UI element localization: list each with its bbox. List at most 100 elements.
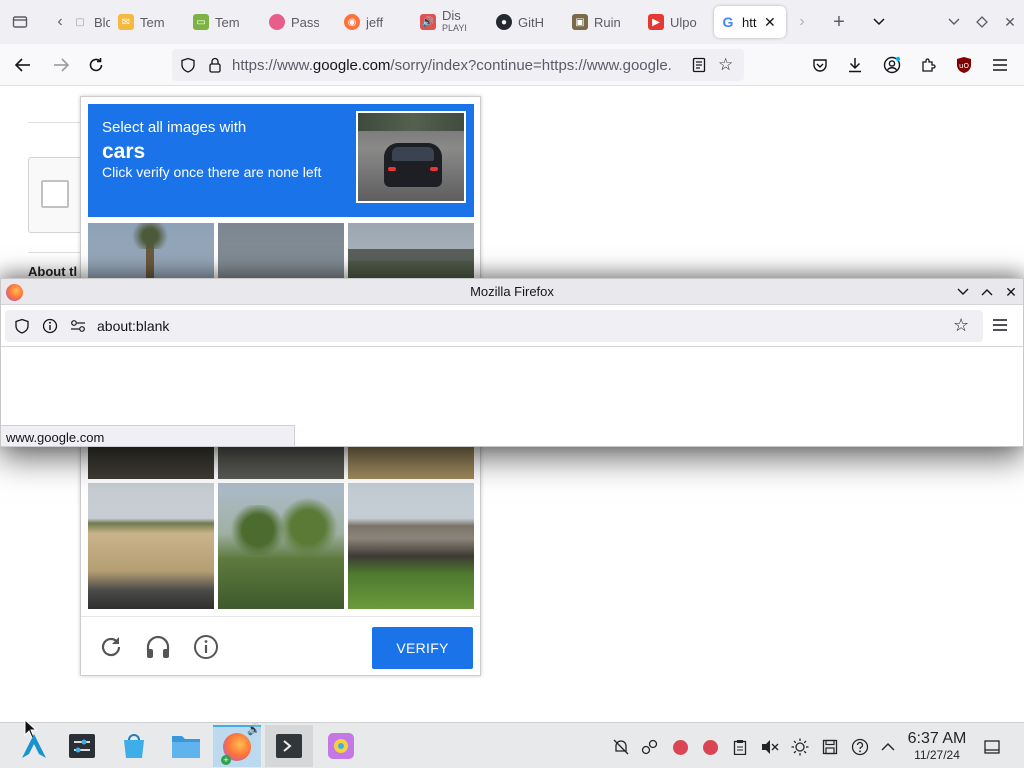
audio-playing-icon[interactable]: 🔊 (420, 14, 436, 30)
taskbar: 🔊 + 6:37 AM 11/27/24 (0, 719, 1024, 768)
audio-playing-icon: 🔊 (247, 724, 261, 736)
extensions-puzzle-icon[interactable] (915, 52, 941, 78)
list-all-tabs-icon[interactable] (867, 10, 891, 34)
recaptcha-widget[interactable] (28, 157, 88, 233)
tab-label: Ruin (594, 14, 621, 30)
tracking-protection-shield-icon[interactable] (14, 318, 30, 334)
tab-label: Ulpo (670, 14, 697, 30)
verify-button[interactable]: VERIFY (372, 627, 473, 669)
popup-address-bar[interactable]: about:blank ☆ (5, 310, 983, 342)
audio-challenge-headphones-icon[interactable] (144, 633, 172, 661)
window-close-icon[interactable]: ✕ (998, 10, 1022, 34)
firefox-popup-window: Mozilla Firefox ✕ about:blank ☆ www.goog… (0, 278, 1024, 447)
downloads-icon[interactable] (842, 52, 868, 78)
sample-car-image (356, 111, 466, 203)
captcha-tile-8[interactable] (218, 483, 344, 609)
bookmark-star-icon[interactable]: ☆ (953, 315, 969, 336)
tab-youtube[interactable]: ▶ Ulpo (642, 6, 702, 38)
tab-temp-mail[interactable]: ✉ Tem (112, 6, 172, 38)
tab-google-active[interactable]: G htt ✕ (714, 6, 786, 38)
help-icon[interactable] (850, 737, 870, 757)
application-launcher-icon[interactable] (10, 725, 58, 767)
tracking-protection-shield-icon[interactable] (180, 57, 196, 73)
brightness-icon[interactable] (790, 737, 810, 757)
challenge-footer: VERIFY (81, 616, 480, 676)
firefox-view-icon[interactable] (8, 10, 32, 34)
popup-minimize-icon[interactable] (953, 282, 973, 302)
recording-indicator-icon[interactable] (700, 737, 720, 757)
github-favicon-icon: ● (496, 14, 512, 30)
tab-label: Dis (442, 10, 461, 22)
recording-indicator-icon[interactable] (670, 737, 690, 757)
app-menu-hamburger-icon[interactable] (987, 52, 1013, 78)
tab-jeff[interactable]: ◉ jeff (338, 6, 398, 38)
volume-muted-icon[interactable] (760, 737, 780, 757)
account-icon[interactable] (879, 52, 905, 78)
show-desktop-icon[interactable] (982, 737, 1002, 757)
svg-text:uO: uO (959, 62, 969, 70)
clipboard-icon[interactable] (730, 737, 750, 757)
pass-favicon-icon (269, 14, 285, 30)
forward-arrow-icon[interactable] (48, 52, 74, 78)
reload-icon[interactable] (83, 52, 109, 78)
ruin-favicon-icon: ▣ (572, 14, 588, 30)
new-tab-icon[interactable]: + (827, 10, 851, 34)
lock-icon[interactable] (208, 57, 222, 73)
tab-ruin[interactable]: ▣ Ruin (566, 6, 626, 38)
status-panel: www.google.com (1, 425, 295, 447)
tab-label: Tem (215, 14, 240, 30)
address-bar[interactable]: https://www.google.com/sorry/index?conti… (172, 49, 744, 81)
reload-challenge-icon[interactable] (97, 633, 125, 661)
url-text[interactable]: https://www.google.com/sorry/index?conti… (232, 57, 680, 74)
show-hidden-icons-chevron-icon[interactable] (878, 737, 898, 757)
envelope-favicon-icon: ✉ (118, 14, 134, 30)
clock-time[interactable]: 6:37 AM (902, 730, 972, 748)
notifications-muted-icon[interactable] (611, 737, 631, 757)
ublock-origin-icon[interactable]: uO (951, 52, 977, 78)
google-favicon-icon: G (722, 14, 734, 30)
bookmark-star-icon[interactable]: ☆ (718, 55, 733, 75)
url-suffix: /sorry/index?continue=https://www.google… (390, 57, 672, 74)
info-icon[interactable] (192, 633, 220, 661)
back-arrow-icon[interactable] (10, 52, 36, 78)
window-minimize-icon[interactable] (942, 10, 966, 34)
popup-url-text[interactable]: about:blank (97, 318, 169, 334)
tab-pass[interactable]: Pass (263, 6, 323, 38)
reader-view-icon[interactable] (692, 57, 706, 73)
url-prefix: https://www. (232, 57, 313, 74)
window-restore-icon[interactable] (970, 10, 994, 34)
popup-maximize-icon[interactable] (977, 282, 997, 302)
tab-label: Pass (291, 14, 319, 30)
tab-blog[interactable]: ▢ Blo (66, 6, 110, 38)
firefox-taskbar-icon[interactable]: 🔊 + (213, 724, 261, 767)
challenge-subinstruction: Click verify once there are none left (102, 164, 322, 180)
tab-sublabel: PLAYI (442, 23, 467, 33)
scroll-tabs-right-icon[interactable]: › (790, 10, 814, 34)
disks-save-icon[interactable] (820, 737, 840, 757)
clock-date[interactable]: 11/27/24 (902, 748, 972, 762)
color-picker-app-icon[interactable] (317, 725, 365, 767)
tab-label: jeff (366, 14, 384, 30)
pocket-icon[interactable] (807, 52, 833, 78)
system-settings-icon[interactable] (58, 725, 106, 767)
challenge-header: Select all images with cars Click verify… (88, 104, 474, 217)
file-manager-icon[interactable] (162, 725, 210, 767)
tab-temp[interactable]: ▭ Tem (187, 6, 247, 38)
terminal-icon[interactable] (265, 725, 313, 767)
captcha-tile-9[interactable] (348, 483, 474, 609)
popup-close-icon[interactable]: ✕ (1001, 282, 1021, 302)
network-activity-icon[interactable] (640, 737, 660, 757)
tab-dis-playing[interactable]: 🔊 Dis PLAYI (414, 6, 474, 38)
site-info-icon[interactable] (42, 318, 58, 334)
popup-title-bar[interactable]: Mozilla Firefox ✕ (1, 279, 1023, 305)
divider (1, 346, 1023, 347)
tab-github[interactable]: ● GitH (490, 6, 550, 38)
tab-bar: ‹ ▢ Blo ✉ Tem ▭ Tem Pass ◉ jeff 🔊 Dis PL… (0, 0, 1024, 44)
captcha-tile-7[interactable] (88, 483, 214, 609)
permissions-icon[interactable] (70, 319, 86, 333)
recaptcha-checkbox[interactable] (41, 180, 69, 208)
discover-store-icon[interactable] (110, 725, 158, 767)
popup-menu-hamburger-icon[interactable] (993, 319, 1007, 331)
close-tab-icon[interactable]: ✕ (764, 14, 776, 31)
popup-window-title: Mozilla Firefox (470, 284, 554, 299)
